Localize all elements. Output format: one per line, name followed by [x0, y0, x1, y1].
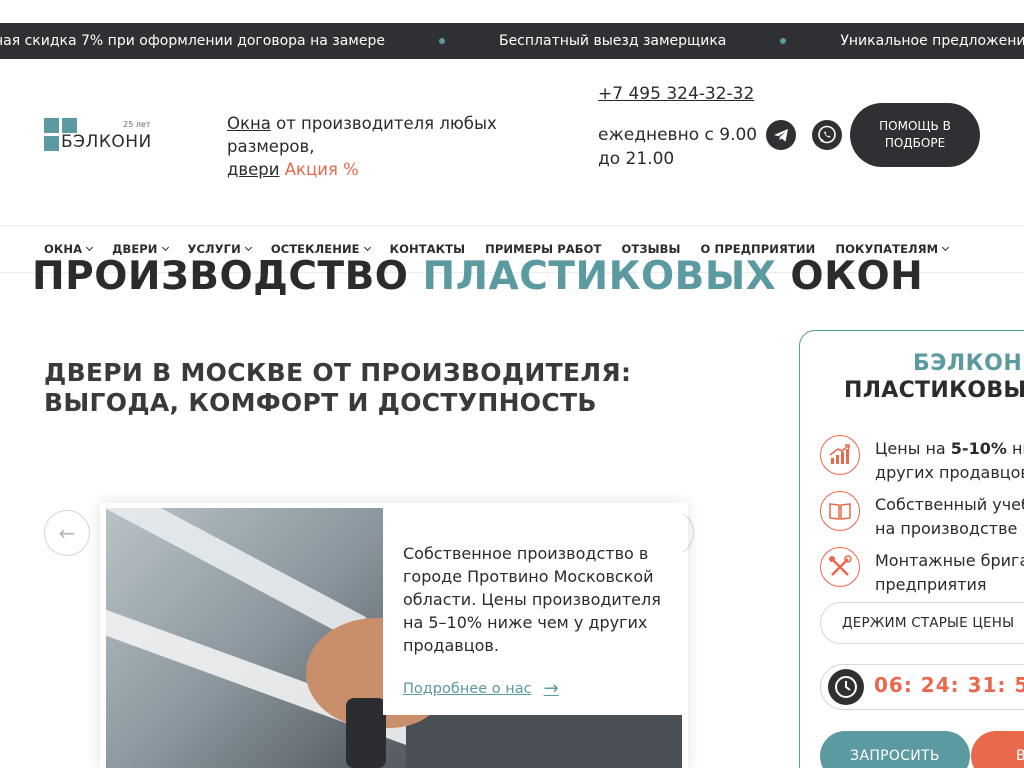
- chevron-down-icon: [244, 243, 252, 252]
- promo-ticker: ная скидка 7% при оформлении договора на…: [0, 23, 1024, 59]
- windows-link[interactable]: Окна: [227, 114, 271, 133]
- logo-wordmark: БЭЛКОНИ: [61, 132, 152, 152]
- widget-feature-text: Монтажные бригад предприятия: [875, 549, 1024, 597]
- logo-square: [62, 118, 77, 133]
- ticker-item: Уникальное предложение на окна с: [840, 33, 1024, 49]
- request-button[interactable]: ЗАПРОСИТЬ: [820, 731, 970, 768]
- book-icon: [820, 491, 860, 531]
- help-selection-button[interactable]: ПОМОЩЬ В ПОДБОРЕ: [850, 103, 980, 167]
- ticker-separator-dot: [780, 38, 787, 44]
- chevron-down-icon: [363, 243, 371, 252]
- chevron-down-icon: [86, 243, 94, 252]
- feature-text-line2: других продавцов: [875, 463, 1024, 482]
- arrow-left-icon: ←: [58, 521, 76, 545]
- arrow-right-icon: →: [543, 678, 559, 699]
- widget-feature: Монтажные бригад предприятия: [820, 547, 1024, 597]
- feature-text-line2: предприятия: [875, 575, 987, 594]
- countdown-value: 06: 24: 31: 53: [874, 673, 1024, 697]
- promo-link[interactable]: Акция %: [285, 160, 359, 179]
- slide-info-card: Собственное производство в городе Протви…: [383, 508, 683, 715]
- slide-text: Собственное производство в городе Протви…: [403, 544, 661, 655]
- widget-title: ПЛАСТИКОВЫЕ: [844, 378, 1024, 403]
- whatsapp-icon[interactable]: [812, 120, 842, 150]
- phone-link[interactable]: +7 495 324-32-32: [598, 84, 754, 104]
- site-logo[interactable]: БЭЛКОНИ 25 лет: [44, 118, 156, 158]
- logo-years-badge: 25 лет: [123, 120, 151, 129]
- photo-tool: [346, 698, 386, 768]
- chevron-down-icon: [942, 243, 950, 252]
- widget-feature: Цены на 5-10% ни других продавцов: [820, 435, 1024, 485]
- help-selection-label: ПОМОЩЬ В ПОДБОРЕ: [879, 119, 951, 150]
- chart-growth-icon: [820, 435, 860, 475]
- logo-square: [44, 136, 59, 151]
- countdown-timer: 06: 24: 31: 53: [820, 664, 1024, 710]
- widget-feature: Собственный учеб на производстве: [820, 491, 1024, 541]
- secondary-action-button[interactable]: В: [971, 731, 1024, 768]
- widget-feature-text: Цены на 5-10% ни других продавцов: [875, 437, 1024, 485]
- secondary-action-label: В: [1016, 748, 1024, 764]
- slider-prev-button[interactable]: ←: [44, 510, 90, 556]
- ticker-item: ная скидка 7% при оформлении договора на…: [0, 33, 385, 49]
- about-us-link[interactable]: Подробнее о нас →: [403, 678, 559, 699]
- old-prices-badge: ДЕРЖИМ СТАРЫЕ ЦЕНЫ: [820, 602, 1024, 644]
- doors-link[interactable]: двери: [227, 160, 279, 179]
- clock-icon: [828, 669, 864, 705]
- hero-title: ПРОИЗВОДСТВО ПЛАСТИКОВЫХ ОКОН: [32, 254, 923, 299]
- widget-feature-text: Собственный учеб на производстве: [875, 493, 1024, 541]
- working-hours: ежедневно с 9.00 до 21.00: [598, 125, 758, 169]
- chevron-down-icon: [161, 243, 169, 252]
- telegram-icon[interactable]: [766, 120, 796, 150]
- feature-text-line2: на производстве: [875, 519, 1018, 538]
- ticker-track: ная скидка 7% при оформлении договора на…: [0, 23, 1024, 59]
- feature-text-pre: Собственный учеб: [875, 495, 1024, 514]
- request-button-label: ЗАПРОСИТЬ: [850, 748, 940, 764]
- feature-text-pre: Цены на: [875, 439, 951, 458]
- ticker-separator-dot: [438, 38, 445, 44]
- feature-text-post: ни: [1011, 439, 1024, 458]
- about-us-link-label: Подробнее о нас: [403, 680, 532, 697]
- feature-text-pre: Монтажные бригад: [875, 551, 1024, 570]
- logo-square: [44, 118, 59, 133]
- offer-widget: БЭЛКОНИ ПЛАСТИКОВЫЕ Цены на 5-10% ни дру…: [799, 330, 1024, 768]
- page-heading: ДВЕРИ В МОСКВЕ ОТ ПРОИЗВОДИТЕЛЯ: ВЫГОДА,…: [44, 358, 632, 417]
- tools-icon: [820, 547, 860, 587]
- ticker-item: Бесплатный выезд замерщика: [498, 33, 727, 49]
- hero-title-accent: ПЛАСТИКОВЫХ: [422, 254, 777, 299]
- hero-title-part1: ПРОИЗВОДСТВО: [32, 254, 423, 299]
- header-tagline: Окна от производителя любых размеров, дв…: [227, 112, 567, 181]
- widget-title-brand: БЭЛКОНИ: [913, 351, 1024, 376]
- nav-divider-top: [0, 225, 1024, 226]
- feature-text-bold: 5-10%: [950, 439, 1007, 458]
- hero-title-part2: ОКОН: [776, 254, 924, 299]
